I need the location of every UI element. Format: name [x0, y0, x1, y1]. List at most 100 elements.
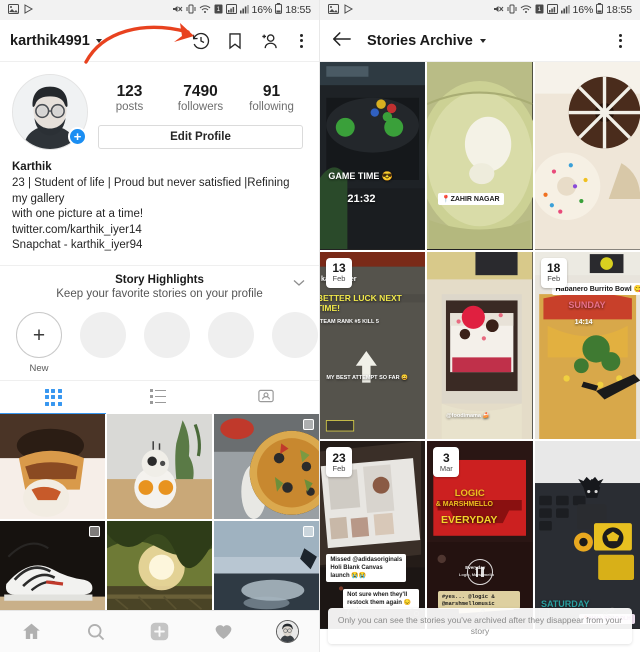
date-day: 23 [332, 450, 346, 465]
profile-header: karthik4991 [0, 20, 319, 64]
highlight-placeholder[interactable] [80, 312, 126, 359]
overflow-menu-icon[interactable] [612, 33, 628, 48]
status-bar-right-icons: 1 16% 18:55 [493, 3, 632, 17]
following-label: following [249, 101, 294, 114]
stats-column: 123 posts 7490 followers 91 following Ed… [88, 74, 307, 150]
highlights-subtitle: Keep your favorite stories on your profi… [56, 288, 263, 301]
bio-twitter-link[interactable]: twitter.com/karthik_iyer14 [12, 223, 307, 238]
overflow-menu-icon[interactable] [293, 33, 309, 48]
date-day: 3 [442, 450, 450, 465]
date-month: Feb [547, 274, 561, 284]
posts-label: posts [115, 101, 144, 114]
album-title-everyday: EVERYDAY [441, 514, 498, 527]
bottom-navigation [0, 610, 319, 652]
signal2-icon [560, 4, 570, 17]
wifi-icon [520, 4, 532, 17]
avatar-wrapper[interactable]: + [12, 74, 88, 150]
discover-people-icon[interactable] [259, 31, 279, 51]
vibrate-icon [507, 4, 517, 17]
status-bar-left-icons [328, 3, 354, 17]
nav-activity-heart-icon[interactable] [202, 616, 244, 648]
posts-count: 123 [116, 83, 143, 100]
date-day: 18 [546, 261, 561, 276]
story-donuts[interactable] [534, 62, 640, 250]
story-caption-game-clock: 21:32 [347, 193, 376, 206]
bio-display-name: Karthik [12, 161, 52, 173]
archive-header: Stories Archive [320, 20, 640, 62]
story-location-sticker: 📍ZAHIR NAGAR [437, 193, 504, 206]
stat-posts[interactable]: 123 posts [94, 82, 165, 113]
grid-tab[interactable] [0, 381, 107, 415]
date-day: 13 [332, 261, 346, 276]
edit-profile-button[interactable]: Edit Profile [98, 125, 303, 150]
highlight-placeholder[interactable] [272, 312, 318, 359]
album-artist-marshmello: & MARSHMELLO [435, 501, 493, 508]
sim-icon: 1 [214, 4, 223, 17]
stories-archive-grid: GAME TIME 😎 21:32 📍ZAHIR NAGAR 13 Feb ka… [320, 62, 640, 629]
stat-followers[interactable]: 7490 followers [165, 82, 236, 113]
nav-search-icon[interactable] [75, 616, 117, 648]
vibrate-icon [186, 4, 196, 17]
battery-icon [275, 3, 283, 17]
tagged-tab[interactable] [213, 381, 319, 414]
mute-icon [172, 4, 183, 17]
followers-label: followers [177, 101, 224, 114]
pause-button-icon[interactable] [466, 558, 493, 585]
date-month: Feb [332, 463, 346, 473]
image-icon [328, 3, 339, 17]
story-caption-time: 14:14 [574, 319, 593, 326]
username-label[interactable]: karthik4991 [10, 33, 90, 49]
highlight-new[interactable]: + New [16, 312, 62, 374]
bookmark-icon[interactable] [225, 31, 245, 51]
story-caption-rank-kill: TEAM RANK #5 KILL 5 [320, 319, 379, 325]
status-bar-left-icons [8, 3, 34, 17]
post-bb8-droid[interactable] [107, 414, 212, 520]
story-zahir-nagar-food[interactable]: 📍ZAHIR NAGAR [427, 62, 533, 250]
chevron-down-icon[interactable] [293, 278, 305, 290]
highlight-new-label: New [29, 363, 49, 375]
nav-home-icon[interactable] [11, 616, 53, 648]
stories-archive-panel: 1 16% 18:55 Stories Archive GAME TIME 😎 … [320, 0, 640, 652]
archive-info-toast: Only you can see the stories you've arch… [328, 607, 632, 644]
stat-following[interactable]: 91 following [236, 82, 307, 113]
bio-line-2: with one picture at a time! [12, 208, 144, 221]
sim-icon: 1 [535, 4, 544, 17]
tagged-person-icon [257, 387, 275, 408]
post-cake-pour[interactable] [0, 414, 105, 520]
story-game-time[interactable]: GAME TIME 😎 21:32 [320, 62, 426, 250]
story-red-velvet-cake[interactable]: @foodimama 🍰 [427, 251, 533, 439]
story-date-badge: 13 Feb [326, 257, 352, 288]
instagram-profile-panel: 1 16% 18:55 karthik4991 + 123 posts 7490… [0, 0, 320, 652]
plus-icon[interactable]: + [16, 312, 62, 359]
chevron-down-icon[interactable] [95, 38, 102, 43]
highlight-placeholder[interactable] [144, 312, 190, 359]
story-caption-sunday: SUNDAY [568, 300, 606, 311]
story-credit-tag: @foodimama 🍰 [446, 412, 490, 419]
bio-line-1: 23 | Student of life | Proud but never s… [12, 177, 290, 205]
story-burrito-bowl[interactable]: 18 Feb Habanero Burrito Bowl 😋 SUNDAY 14… [534, 251, 640, 439]
nav-add-post-icon[interactable] [138, 616, 180, 648]
bio-snapchat-line: Snapchat - karthik_iyer94 [12, 239, 143, 252]
date-month: Feb [332, 274, 346, 284]
battery-icon [596, 3, 604, 17]
post-pizza[interactable] [214, 414, 319, 520]
story-caption-better-luck: BETTER LUCK NEXT TIME! [320, 292, 402, 313]
play-store-icon [344, 3, 354, 17]
add-story-plus-icon[interactable]: + [68, 127, 87, 146]
chevron-down-icon[interactable] [479, 38, 486, 43]
wifi-icon [199, 4, 211, 17]
battery-percent: 16% [572, 4, 594, 16]
avatar [275, 620, 299, 643]
story-date-badge: 3 Mar [433, 447, 460, 477]
profile-summary: + 123 posts 7490 followers 91 following … [0, 62, 319, 150]
grid-icon [44, 388, 62, 406]
archive-clock-icon[interactable] [191, 31, 211, 51]
highlight-placeholder[interactable] [208, 312, 254, 359]
nav-profile-avatar[interactable] [266, 616, 308, 648]
story-pubg-better-luck[interactable]: 13 Feb karthikiyer BETTER LUCK NEXT TIME… [320, 251, 426, 439]
date-month: Mar [439, 463, 453, 473]
list-tab[interactable] [106, 381, 212, 414]
stats-row: 123 posts 7490 followers 91 following [94, 74, 307, 115]
back-arrow-icon[interactable] [332, 31, 351, 51]
profile-bio: Karthik 23 | Student of life | Proud but… [0, 150, 319, 265]
